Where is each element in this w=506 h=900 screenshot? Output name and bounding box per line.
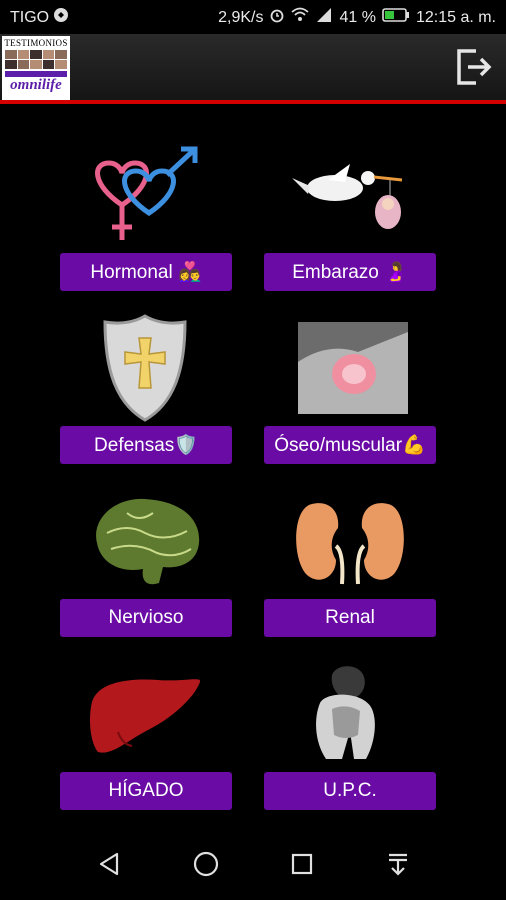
battery-icon [382,7,410,28]
exit-icon [457,49,492,85]
renal-button[interactable]: Renal [264,599,436,637]
upc-button[interactable]: U.P.C. [264,772,436,810]
signal-icon [315,7,333,28]
logo-title: TESTIMONIOS [4,38,68,48]
network-speed: 2,9K/s [218,8,264,26]
notification-pull-button[interactable] [378,844,418,884]
higado-button[interactable]: HÍGADO [60,772,232,810]
kidneys-icon[interactable] [292,498,408,586]
embarazo-button[interactable]: Embarazo 🤰 [264,253,436,291]
sitting-person-icon[interactable] [302,661,384,765]
defensas-button[interactable]: Defensas🛡️ [60,426,232,464]
notification-pull-icon [389,853,407,876]
home-button[interactable] [186,844,226,884]
navigation-bar [0,828,506,900]
app-logo: TESTIMONIOS omnilife [2,36,70,100]
carrier-label: TIGO [10,8,50,26]
gender-symbols-icon[interactable] [87,145,202,245]
shield-cross-icon[interactable] [101,312,189,424]
status-bar: TIGO 2,9K/s 41 % 12:15 a. m. [0,0,506,34]
app-bar-divider [0,100,506,104]
home-icon [193,851,219,877]
clock: 12:15 a. m. [415,8,496,26]
app-bar: TESTIMONIOS omnilife [0,34,506,104]
wifi-icon [291,7,310,28]
alarm-icon [269,7,285,28]
oseo-muscular-button[interactable]: Óseo/muscular💪 [264,426,436,464]
logo-brand: omnilife [10,77,62,93]
back-button[interactable] [90,844,130,884]
back-icon [99,852,119,876]
battery-percent: 41 % [339,8,376,26]
recents-button[interactable] [282,844,322,884]
nervioso-button[interactable]: Nervioso [60,599,232,637]
carrier-logo-icon [53,7,69,28]
exit-button[interactable] [454,47,494,87]
hormonal-button[interactable]: Hormonal 👩‍❤️‍👨 [60,253,232,291]
liver-icon[interactable] [88,672,204,758]
knee-joint-icon[interactable] [298,322,408,414]
stork-baby-icon[interactable] [290,158,410,236]
brain-icon[interactable] [87,493,205,589]
recents-icon [291,853,313,875]
logo-photo-grid [5,50,67,69]
